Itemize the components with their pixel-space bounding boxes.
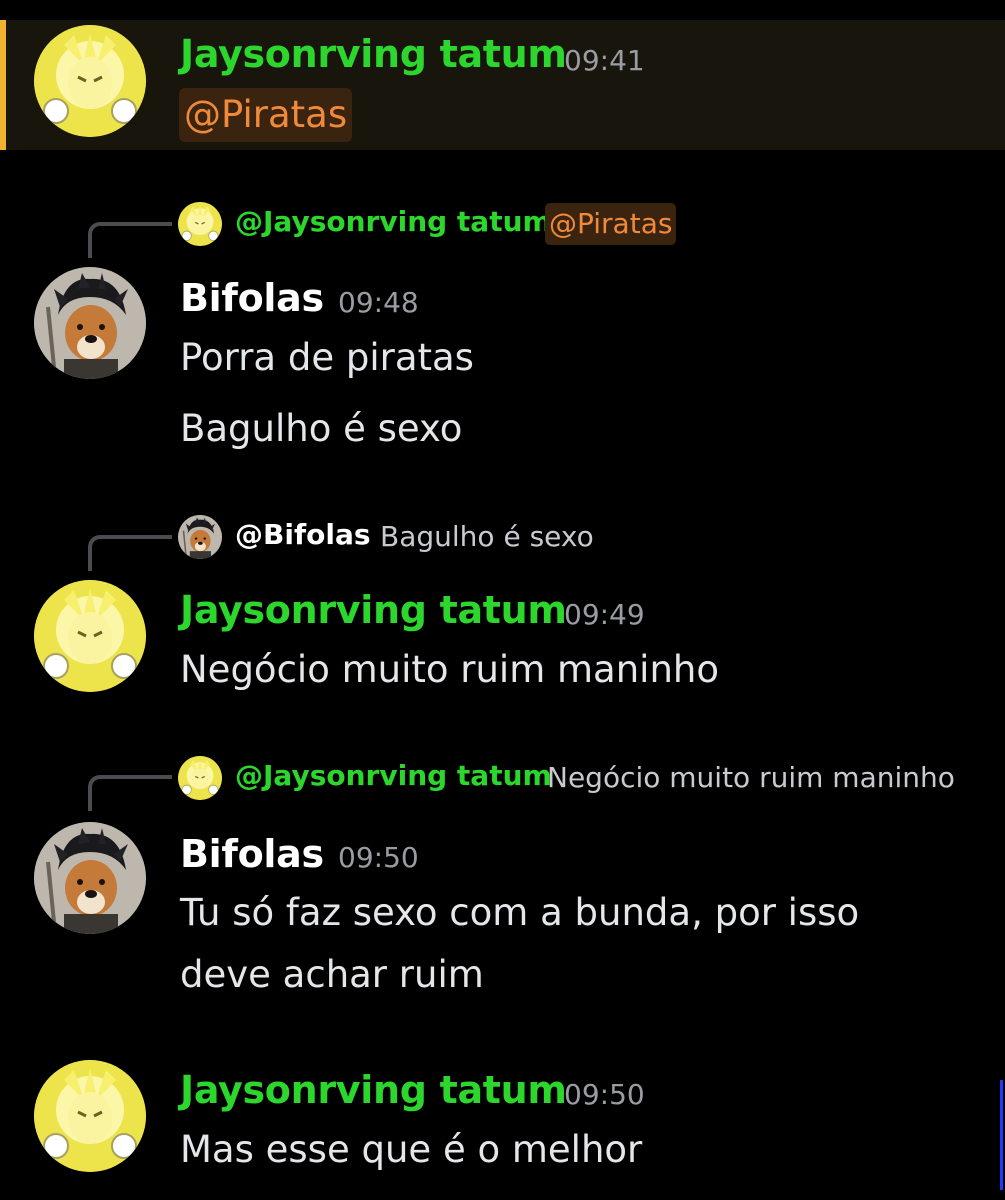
message-text: Mas esse que é o melhor: [180, 1128, 643, 1171]
sun-avatar-icon: [178, 756, 222, 800]
message-text: deve achar ruim: [180, 953, 484, 996]
scrollbar-edge[interactable]: [1000, 1080, 1003, 1190]
reply-avatar: [178, 202, 222, 246]
message-timestamp: 09:50: [564, 1078, 645, 1111]
avatar-bifolas[interactable]: [34, 267, 146, 379]
dog-avatar-icon: [178, 515, 222, 559]
reply-connector: [88, 222, 172, 258]
reply-author[interactable]: @Jaysonrving tatum: [235, 759, 552, 792]
sun-avatar-icon: [178, 202, 222, 246]
username-jaysonrving[interactable]: Jaysonrving tatum: [180, 588, 567, 632]
reply-author[interactable]: @Jaysonrving tatum: [235, 205, 552, 238]
role-mention-piratas[interactable]: @Piratas: [179, 88, 353, 142]
message-text: Porra de piratas: [180, 336, 474, 379]
avatar-jaysonrving[interactable]: [34, 1060, 146, 1172]
username-jaysonrving[interactable]: Jaysonrving tatum: [180, 32, 567, 76]
message-timestamp: 09:48: [338, 286, 419, 319]
message-timestamp: 09:50: [338, 841, 419, 874]
message-timestamp: 09:41: [564, 44, 645, 77]
avatar-jaysonrving[interactable]: [34, 580, 146, 692]
message-text: Bagulho é sexo: [180, 407, 463, 450]
reply-avatar: [178, 515, 222, 559]
dog-avatar-icon: [34, 267, 146, 379]
reply-preview-text[interactable]: Bagulho é sexo: [380, 520, 594, 553]
username-bifolas[interactable]: Bifolas: [180, 276, 324, 320]
reply-connector: [88, 775, 172, 811]
reply-connector: [88, 535, 172, 571]
sun-avatar-icon: [34, 1060, 146, 1172]
reply-author[interactable]: @Bifolas: [235, 518, 371, 551]
message-text: Negócio muito ruim maninho: [180, 648, 719, 691]
reply-preview-text[interactable]: Negócio muito ruim maninho: [547, 761, 955, 794]
avatar-bifolas[interactable]: [34, 822, 146, 934]
message-timestamp: 09:49: [564, 598, 645, 631]
mention-highlight-bar: [0, 20, 6, 150]
sun-avatar-icon: [34, 580, 146, 692]
message-text: Tu só faz sexo com a bunda, por isso: [180, 891, 860, 934]
reply-role-mention[interactable]: @Piratas: [545, 203, 677, 245]
avatar-jaysonrving[interactable]: [34, 25, 146, 137]
reply-avatar: [178, 756, 222, 800]
username-jaysonrving[interactable]: Jaysonrving tatum: [180, 1068, 567, 1112]
dog-avatar-icon: [34, 822, 146, 934]
sun-avatar-icon: [34, 25, 146, 137]
username-bifolas[interactable]: Bifolas: [180, 832, 324, 876]
